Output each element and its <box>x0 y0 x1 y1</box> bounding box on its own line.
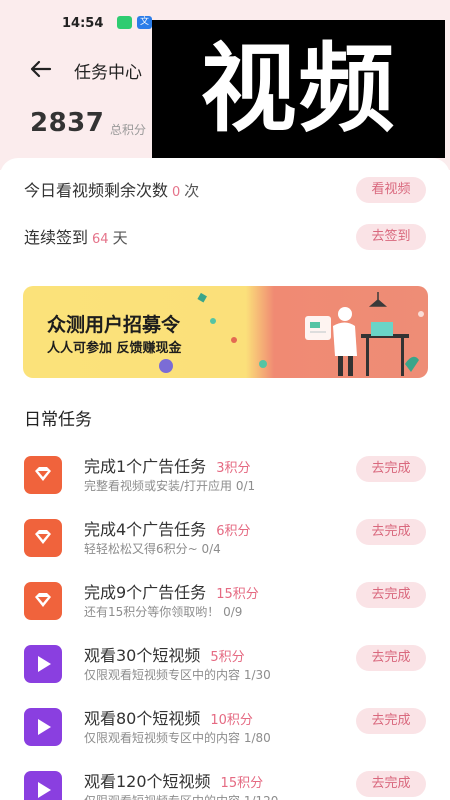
task-title: 观看30个短视频 5积分 <box>84 642 245 666</box>
task-points: 15积分 <box>220 776 264 791</box>
overlay-caption: 视频 <box>152 20 445 158</box>
summary-label-text: 今日看视频剩余次数 <box>24 181 169 200</box>
task-row: 观看120个短视频 15积分 仅限观看短视频专区中的内容 1/120 去完成 <box>0 766 450 800</box>
play-icon <box>24 645 62 683</box>
checkin-count: 64 <box>92 232 109 247</box>
app-notification-icon: 文 <box>137 16 152 29</box>
task-points: 5积分 <box>210 650 245 665</box>
task-title-text: 观看30个短视频 <box>84 646 201 665</box>
play-icon <box>24 708 62 746</box>
diamond-icon <box>24 519 62 557</box>
task-description: 仅限观看短视频专区中的内容 1/120 <box>84 792 278 800</box>
task-points: 10积分 <box>210 713 253 728</box>
task-title-text: 完成9个广告任务 <box>84 583 207 602</box>
checkin-row: 连续签到 64 天 去签到 <box>0 213 450 257</box>
task-title: 观看80个短视频 10积分 <box>84 705 253 729</box>
task-description: 轻轻松松又得6积分~ 0/4 <box>84 542 221 556</box>
video-remaining-row: 今日看视频剩余次数 0 次 看视频 <box>0 166 450 210</box>
video-remaining-count: 0 <box>172 185 181 200</box>
banner-title: 众测用户招募令 <box>47 314 181 336</box>
daily-tasks-title: 日常任务 <box>24 410 92 430</box>
task-complete-button[interactable]: 去完成 <box>356 708 426 734</box>
watch-video-button[interactable]: 看视频 <box>356 177 426 203</box>
task-complete-button[interactable]: 去完成 <box>356 645 426 671</box>
page-title: 任务中心 <box>74 63 142 83</box>
task-complete-button[interactable]: 去完成 <box>356 771 426 797</box>
play-icon <box>24 771 62 800</box>
task-row: 观看30个短视频 5积分 仅限观看短视频专区中的内容 1/30 去完成 <box>0 640 450 703</box>
task-title: 完成4个广告任务 6积分 <box>84 516 250 540</box>
task-points: 15积分 <box>216 587 259 602</box>
checkin-button[interactable]: 去签到 <box>356 224 426 250</box>
task-row: 完成4个广告任务 6积分 轻轻松松又得6积分~ 0/4 去完成 <box>0 514 450 577</box>
task-title-text: 完成1个广告任务 <box>84 457 207 476</box>
wechat-icon <box>117 16 132 29</box>
task-title-text: 观看120个短视频 <box>84 772 211 791</box>
task-title-text: 观看80个短视频 <box>84 709 201 728</box>
checkin-label: 连续签到 64 天 <box>24 224 128 248</box>
task-description: 仅限观看短视频专区中的内容 1/30 <box>84 668 271 682</box>
task-title: 完成9个广告任务 15积分 <box>84 579 259 603</box>
task-description: 完整看视频或安装/打开应用 0/1 <box>84 479 256 493</box>
total-points-label: 总积分 <box>110 123 147 137</box>
summary-label-text: 连续签到 <box>24 228 89 247</box>
back-arrow-icon[interactable] <box>26 54 56 84</box>
task-complete-button[interactable]: 去完成 <box>356 582 426 608</box>
video-remaining-label: 今日看视频剩余次数 0 次 <box>24 177 199 201</box>
task-complete-button[interactable]: 去完成 <box>356 519 426 545</box>
task-row: 完成9个广告任务 15积分 还有15积分等你领取哟！ 0/9 去完成 <box>0 577 450 640</box>
recruitment-banner[interactable]: 众测用户招募令 人人可参加 反馈赚现金 <box>23 286 428 378</box>
task-description: 还有15积分等你领取哟！ 0/9 <box>84 605 243 619</box>
diamond-icon <box>24 582 62 620</box>
task-row: 观看80个短视频 10积分 仅限观看短视频专区中的内容 1/80 去完成 <box>0 703 450 766</box>
task-description: 仅限观看短视频专区中的内容 1/80 <box>84 731 271 745</box>
task-title: 观看120个短视频 15积分 <box>84 768 263 792</box>
status-time: 14:54 <box>62 16 104 31</box>
person-laptop-illustration <box>293 286 428 378</box>
banner-subtitle: 人人可参加 反馈赚现金 <box>47 341 182 356</box>
task-points: 3积分 <box>216 461 251 476</box>
overlay-caption-text: 视频 <box>200 33 397 145</box>
task-points: 6积分 <box>216 524 251 539</box>
diamond-icon <box>24 456 62 494</box>
total-points-value: 2837 <box>30 108 105 138</box>
task-title: 完成1个广告任务 3积分 <box>84 453 250 477</box>
task-title-text: 完成4个广告任务 <box>84 520 207 539</box>
checkin-unit: 天 <box>112 229 128 247</box>
task-row: 完成1个广告任务 3积分 完整看视频或安装/打开应用 0/1 去完成 <box>0 451 450 514</box>
video-remaining-unit: 次 <box>184 182 200 200</box>
task-complete-button[interactable]: 去完成 <box>356 456 426 482</box>
